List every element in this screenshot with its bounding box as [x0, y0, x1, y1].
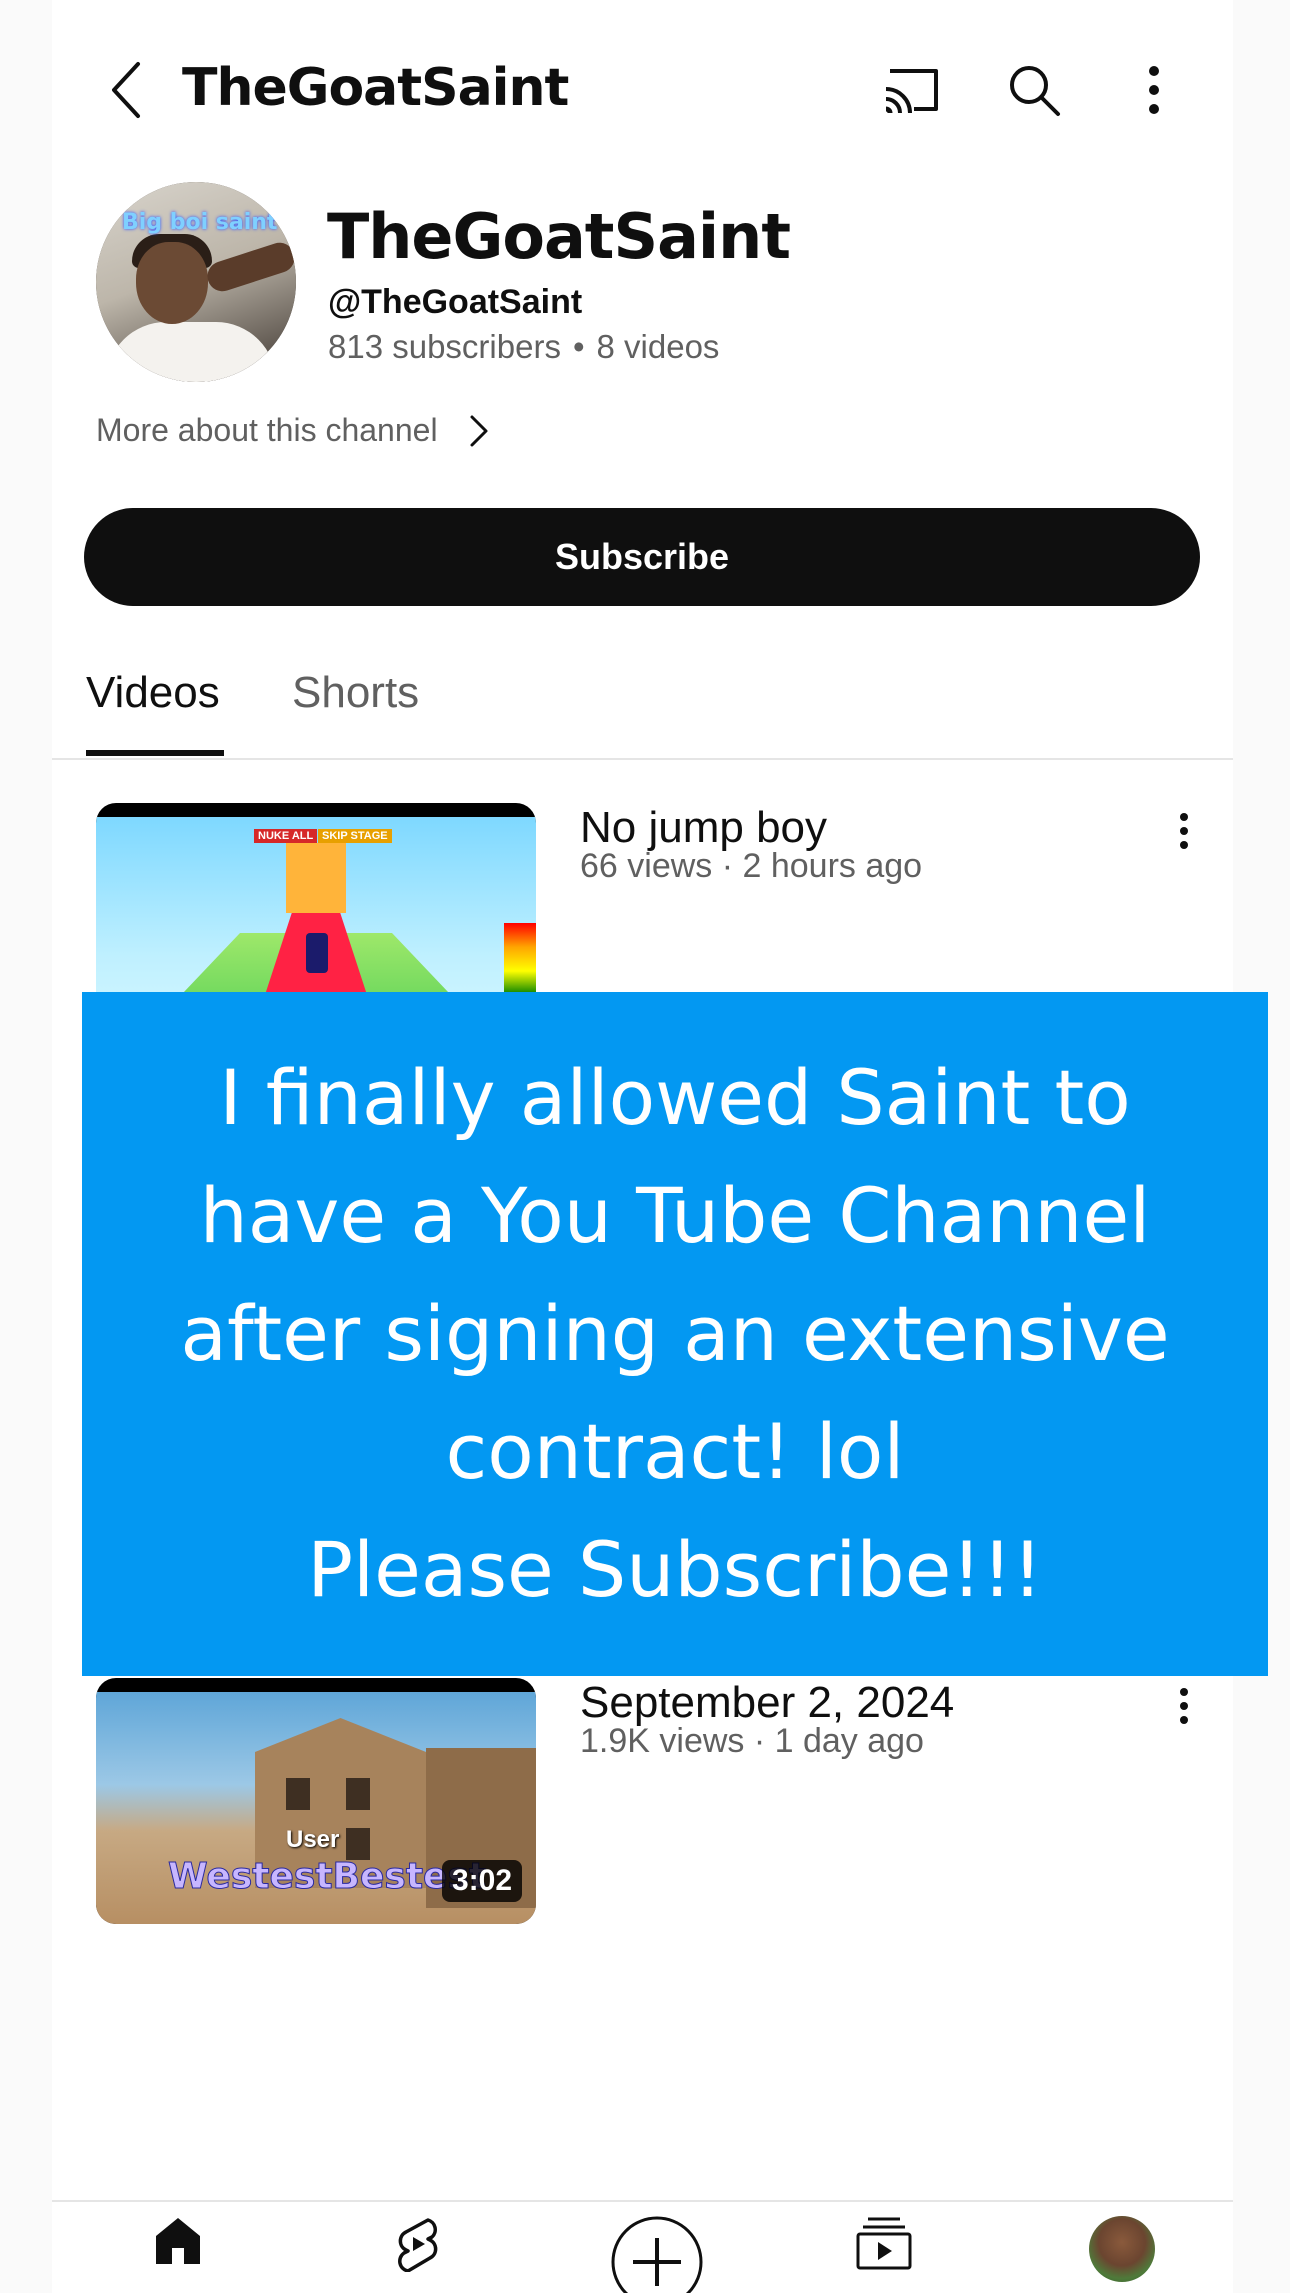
video-thumbnail[interactable]: User WestestBestest 3:02 [96, 1678, 536, 1924]
thumb-user-label: User [286, 1826, 340, 1853]
home-icon [156, 2218, 200, 2264]
cast-button[interactable] [876, 54, 948, 126]
back-arrow-icon [112, 62, 140, 118]
more-vert-icon [1149, 66, 1159, 114]
video-meta: 1.9K views · 1 day ago [580, 1722, 924, 1760]
back-button[interactable] [90, 54, 162, 126]
more-about-channel-link[interactable]: More about this channel [96, 412, 490, 449]
more-vert-icon [1180, 813, 1188, 849]
search-icon [1010, 66, 1060, 116]
overlay-message-banner: I finally allowed Saint to have a You Tu… [82, 992, 1268, 1676]
channel-tabs: Videos Shorts [52, 640, 1233, 760]
video-title[interactable]: September 2, 2024 [580, 1678, 954, 1728]
tab-shorts[interactable]: Shorts [292, 668, 419, 718]
banner-message: I finally allowed Saint to have a You Tu… [180, 1053, 1170, 1614]
channel-name: TheGoatSaint [327, 200, 791, 273]
cast-icon [885, 69, 938, 114]
top-app-bar: TheGoatSaint [52, 40, 1233, 140]
nav-create[interactable] [592, 2214, 722, 2293]
video-menu-button[interactable] [1156, 803, 1212, 859]
more-options-button[interactable] [1118, 54, 1190, 126]
active-tab-indicator [86, 750, 224, 756]
thumb-nuke-label: NUKE ALL [254, 829, 318, 843]
bottom-navigation [52, 2200, 1233, 2293]
video-list-item[interactable]: User WestestBestest 3:02 September 2, 20… [52, 1678, 1233, 1924]
app-bar-title: TheGoatSaint [182, 58, 569, 118]
video-duration-badge: 3:02 [441, 1860, 522, 1902]
channel-stats: 813 subscribers • 8 videos [328, 328, 719, 366]
subscriptions-icon [856, 2217, 912, 2270]
nav-you[interactable] [1082, 2216, 1162, 2293]
video-title[interactable]: No jump boy [580, 803, 827, 853]
nav-home[interactable] [138, 2216, 218, 2293]
more-about-label: More about this channel [96, 412, 438, 448]
thumb-skip-label: SKIP STAGE [318, 829, 392, 843]
thumb-name-label: WestestBestest [167, 1856, 487, 1898]
shorts-icon [398, 2218, 438, 2272]
search-button[interactable] [998, 54, 1070, 126]
video-meta: 66 views · 2 hours ago [580, 847, 923, 885]
you-avatar [1089, 2216, 1155, 2282]
tab-videos[interactable]: Videos [86, 668, 220, 718]
channel-avatar[interactable]: Big boi saint [96, 182, 296, 382]
video-menu-button[interactable] [1156, 1678, 1212, 1734]
nav-shorts[interactable] [378, 2216, 458, 2293]
subscriber-count: 813 subscribers [328, 328, 561, 365]
more-vert-icon [1180, 1688, 1188, 1724]
channel-handle: @TheGoatSaint [328, 283, 583, 321]
video-count: 8 videos [596, 328, 720, 365]
stats-separator: • [572, 328, 585, 365]
chevron-right-icon [468, 413, 490, 449]
subscribe-button[interactable]: Subscribe [84, 508, 1200, 606]
nav-subscriptions[interactable] [844, 2216, 924, 2293]
avatar-caption: Big boi saint [122, 210, 278, 235]
create-plus-icon [611, 2216, 703, 2293]
